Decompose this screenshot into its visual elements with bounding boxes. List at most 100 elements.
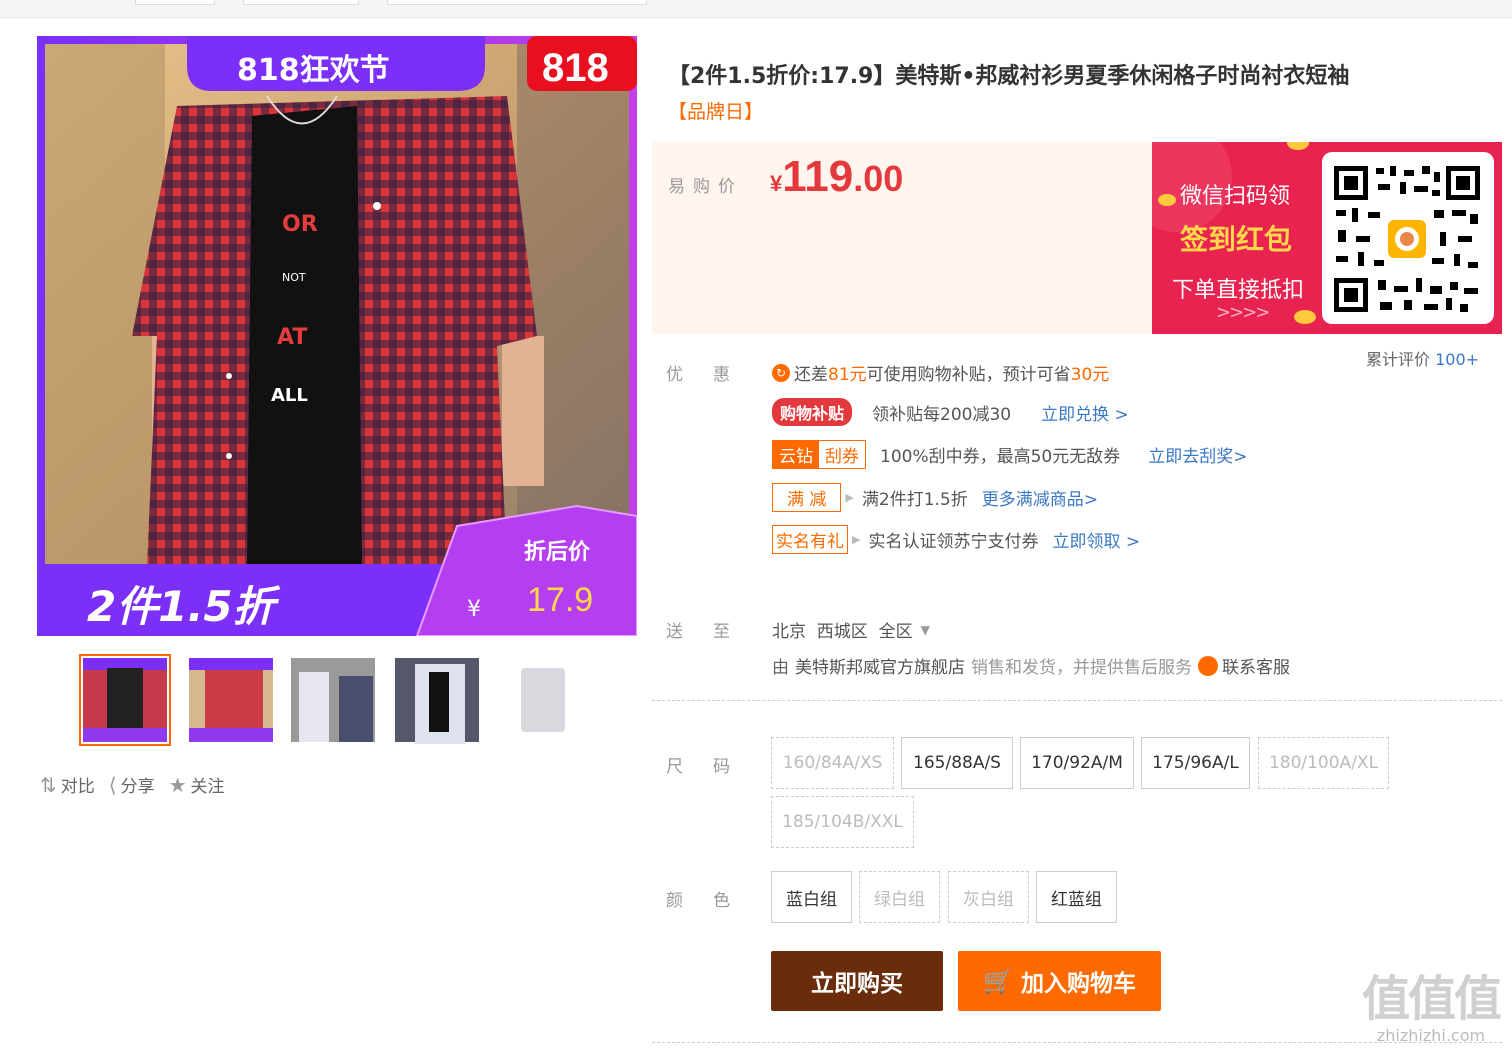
shirt-print-or: OR <box>282 212 318 237</box>
wechat-qr-banner[interactable]: 微信扫码领 签到红包 下单直接抵扣 >>>> <box>1152 142 1502 334</box>
size-option-l[interactable]: 175/96A/L <box>1141 737 1250 789</box>
size-option-xxl[interactable]: 185/104B/XXL <box>771 796 914 848</box>
share-button[interactable]: ⟨ 分享 <box>108 772 155 798</box>
color-option-grey-white[interactable]: 灰白组 <box>948 871 1029 923</box>
color-option-blue-white[interactable]: 蓝白组 <box>771 871 852 923</box>
coin-icon: ↻ <box>772 363 790 382</box>
discount-label: 优惠 <box>666 365 760 385</box>
divider <box>652 700 1502 701</box>
add-to-cart-label: 加入购物车 <box>1020 971 1136 997</box>
compare-button[interactable]: ⇅ 对比 <box>40 772 95 798</box>
banner-line-3: 下单直接抵扣 <box>1172 278 1305 303</box>
scratch-link[interactable]: 立即去刮奖> <box>1148 442 1247 467</box>
festival-banner-text: 818狂欢节 <box>237 53 390 88</box>
full-reduction-text: 满2件打1.5折 <box>861 490 968 510</box>
thumbnail-4[interactable] <box>391 654 483 746</box>
size-option-xl[interactable]: 180/100A/XL <box>1258 737 1389 789</box>
review-summary[interactable]: 累计评价 100+ <box>1366 346 1479 370</box>
compare-label: 对比 <box>60 777 95 797</box>
delivery-label: 送至 <box>666 622 760 642</box>
buy-now-button[interactable]: 立即购买 <box>771 951 943 1011</box>
shirt-print-at: AT <box>277 325 307 350</box>
top-tab-stub[interactable] <box>135 0 215 5</box>
top-toolbar <box>0 0 1512 18</box>
add-to-cart-button[interactable]: 🛒 加入购物车 <box>958 951 1161 1011</box>
banner-line-2: 签到红包 <box>1180 223 1293 256</box>
seller-prefix: 由 <box>772 658 789 678</box>
delivery-location[interactable]: 北京 西城区 全区 ▼ <box>772 617 930 642</box>
realname-text: 实名认证领苏宁支付券 <box>868 532 1039 552</box>
seller-info: 由 美特斯邦威官方旗舰店 销售和发货，并提供售后服务 联系客服 <box>772 653 1290 678</box>
compare-icon: ⇅ <box>40 772 57 797</box>
size-label: 尺码 <box>666 757 760 777</box>
discount-row-realname: 实名有礼 ▶ 实名认证领苏宁支付券 立即领取 > <box>772 525 1140 554</box>
review-label: 累计评价 <box>1366 350 1431 369</box>
thumbnail-1[interactable] <box>79 654 171 746</box>
size-option-s[interactable]: 165/88A/S <box>901 737 1013 789</box>
share-icon: ⟨ <box>108 772 117 797</box>
contact-service-link[interactable]: 联系客服 <box>1222 653 1290 678</box>
after-discount-currency: ¥ <box>467 597 481 622</box>
caret-right-icon: ▶ <box>845 491 854 504</box>
color-option-red-blue[interactable]: 红蓝组 <box>1036 871 1117 923</box>
product-actions: ⇅ 对比 ⟨ 分享 ★ 关注 <box>40 772 225 798</box>
watermark-url: zhizhizhi.com <box>1376 1026 1486 1045</box>
follow-label: 关注 <box>190 777 225 797</box>
subsidy-save: 30元 <box>1070 365 1110 385</box>
price-currency: ¥ <box>770 171 783 196</box>
thumbnail-2[interactable] <box>185 654 277 746</box>
size-option-xs[interactable]: 160/84A/XS <box>771 737 894 789</box>
full-reduction-tag: 满 减 <box>772 483 842 512</box>
subsidy-prefix: 还差 <box>794 365 828 385</box>
follow-button[interactable]: ★ 关注 <box>169 772 225 798</box>
subsidy-text: 领补贴每200减30 <box>872 404 1012 425</box>
scratch-label: 刮券 <box>819 441 865 468</box>
discount-row-scratch: 云钻 刮券 100%刮中券，最高50元无敌券 立即去刮奖> <box>772 440 1247 469</box>
price-value: ¥119.00 <box>770 152 903 202</box>
redeem-link[interactable]: 立即兑换 > <box>1041 400 1129 425</box>
claim-link[interactable]: 立即领取 > <box>1052 527 1140 552</box>
price-decimal: .00 <box>853 158 904 199</box>
seller-suffix: 销售和发货，并提供售后服务 <box>971 658 1192 678</box>
realname-gift-tag: 实名有礼 <box>772 525 848 554</box>
shirt-print-all: ALL <box>271 385 308 406</box>
brand-day-tag[interactable]: 【品牌日】 <box>668 97 763 124</box>
cloud-diamond-tag: 云钻 刮券 <box>772 440 866 469</box>
price-integer: 119 <box>782 152 854 201</box>
818-badge: 818 <box>542 46 609 90</box>
qr-code <box>1322 152 1494 324</box>
color-option-green-white[interactable]: 绿白组 <box>859 871 940 923</box>
customer-service-icon <box>1198 655 1218 676</box>
discount-row-subsidy: 购物补贴 领补贴每200减30 立即兑换 > <box>772 398 1129 426</box>
discount-row-full-reduction: 满 减 ▶ 满2件打1.5折 更多满减商品> <box>772 483 1098 512</box>
cloud-diamond-label: 云钻 <box>773 441 819 468</box>
shirt-print-not: NOT <box>282 271 306 284</box>
banner-arrows: >>>> <box>1216 302 1270 323</box>
product-title: 【2件1.5折价:17.9】美特斯•邦威衬衫男夏季休闲格子时尚衬衣短袖 <box>668 64 1350 89</box>
main-product-image[interactable]: OR NOT AT ALL 818狂欢节 818 2件1.5折 折后价 ¥ 17… <box>37 36 637 636</box>
subsidy-middle: 可使用购物补贴，预计可省 <box>866 365 1071 385</box>
chevron-down-icon: ▼ <box>920 622 930 637</box>
top-tab-stub[interactable] <box>243 0 359 5</box>
discount-promo-text: 2件1.5折 <box>87 582 281 631</box>
subsidy-line: ↻ 还差 81元 可使用购物补贴，预计可省 30元 <box>772 360 1109 385</box>
price-label: 易购价 <box>668 177 743 197</box>
thumbnail-3[interactable] <box>287 654 379 746</box>
qr-code-icon <box>1334 166 1480 312</box>
after-discount-price: 17.9 <box>527 581 593 619</box>
top-tab-stub[interactable] <box>387 0 647 5</box>
shopping-subsidy-tag: 购物补贴 <box>772 398 853 426</box>
review-count[interactable]: 100+ <box>1435 350 1479 369</box>
more-reduction-link[interactable]: 更多满减商品> <box>982 485 1098 510</box>
seller-name[interactable]: 美特斯邦威官方旗舰店 <box>795 653 965 678</box>
watermark-logo: 值值值 <box>1362 971 1502 1027</box>
thumbnail-5[interactable] <box>495 654 587 746</box>
size-option-m[interactable]: 170/92A/M <box>1020 737 1134 789</box>
share-label: 分享 <box>120 777 155 797</box>
color-label: 颜色 <box>666 891 760 911</box>
cart-icon: 🛒 <box>983 967 1013 995</box>
location-text: 北京 西城区 全区 <box>772 622 913 642</box>
banner-line-1: 微信扫码领 <box>1180 184 1291 209</box>
after-discount-label: 折后价 <box>524 540 591 565</box>
subsidy-amount: 81元 <box>828 365 867 385</box>
